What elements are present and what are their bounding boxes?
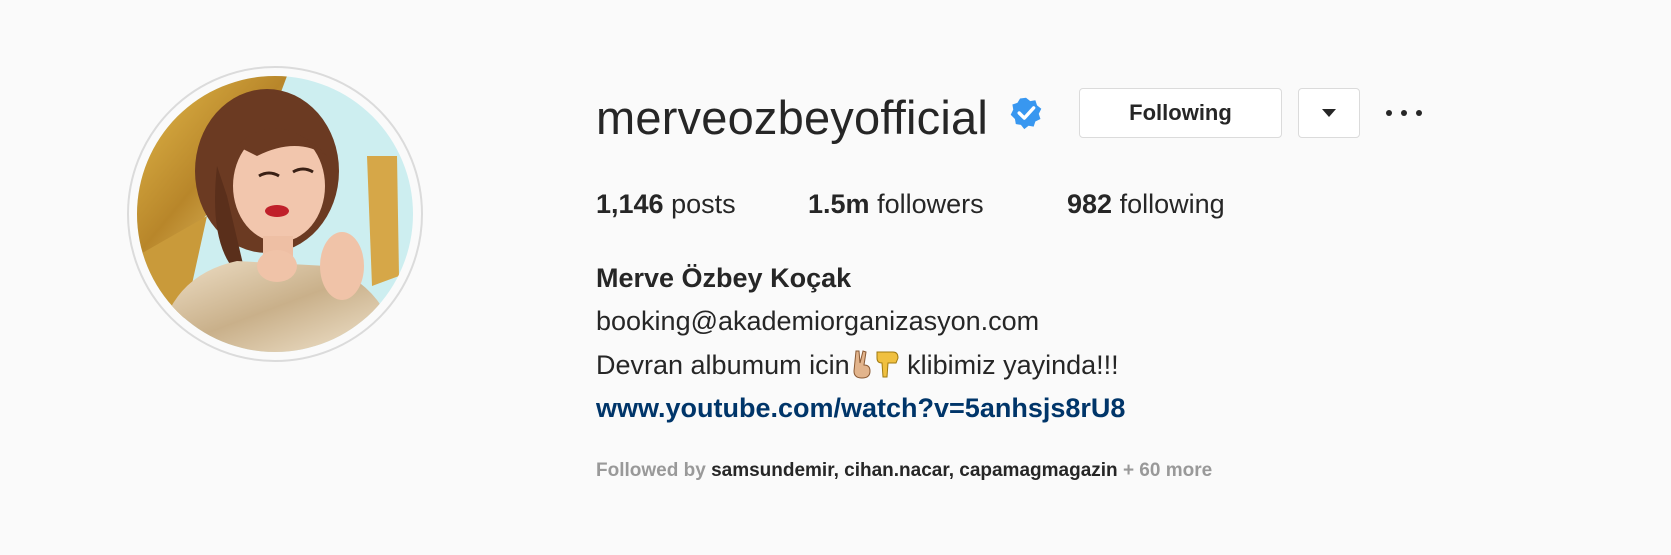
posts-count: 1,146 — [596, 189, 664, 219]
followers-count: 1.5m — [808, 189, 870, 219]
profile-picture-ring[interactable] — [127, 66, 423, 362]
full-name: Merve Özbey Koçak — [596, 263, 852, 293]
following-label: following — [1119, 189, 1225, 219]
verified-badge-icon — [1010, 97, 1042, 130]
avatar-image — [137, 76, 413, 352]
suggested-dropdown-button[interactable] — [1298, 88, 1360, 138]
more-horizontal-icon — [1386, 110, 1392, 116]
followers-stat[interactable]: 1.5m followers — [808, 186, 984, 222]
posts-label: posts — [671, 189, 736, 219]
following-count: 982 — [1067, 189, 1113, 219]
more-horizontal-icon — [1416, 110, 1422, 116]
followed-by-user[interactable]: samsundemir — [711, 460, 834, 481]
posts-stat: 1,146 posts — [596, 186, 736, 222]
pointing-down-icon — [876, 351, 899, 378]
avatar[interactable] — [137, 76, 413, 352]
followed-by-separator: , — [948, 460, 960, 481]
bio-email: booking@akademiorganizasyon.com — [596, 306, 1040, 336]
bio-text-end: klibimiz yayinda!!! — [899, 350, 1119, 380]
bio-link[interactable]: www.youtube.com/watch?v=5anhsjs8rU8 — [596, 390, 1125, 426]
followed-by-separator: , — [833, 460, 845, 481]
more-horizontal-icon — [1401, 110, 1407, 116]
following-button[interactable]: Following — [1079, 88, 1282, 138]
followed-by-prefix: Followed by — [596, 460, 706, 481]
bio-text-start: Devran albumum icin — [596, 350, 850, 380]
profile-username: merveozbeyofficial — [596, 91, 988, 144]
caret-down-icon — [1322, 109, 1336, 117]
followed-by[interactable]: Followed by samsundemir, cihan.nacar, ca… — [596, 457, 1212, 485]
followed-by-more[interactable]: + 60 more — [1123, 460, 1212, 481]
followers-label: followers — [877, 189, 984, 219]
followed-by-user[interactable]: cihan.nacar — [844, 460, 949, 481]
victory-hand-icon — [853, 350, 871, 379]
followed-by-user[interactable]: capamagmagazin — [959, 460, 1117, 481]
following-stat[interactable]: 982 following — [1067, 186, 1225, 222]
more-options-button[interactable] — [1386, 96, 1422, 130]
bio-text: Devran albumum icin klibimiz yayinda!!! — [596, 347, 1119, 383]
